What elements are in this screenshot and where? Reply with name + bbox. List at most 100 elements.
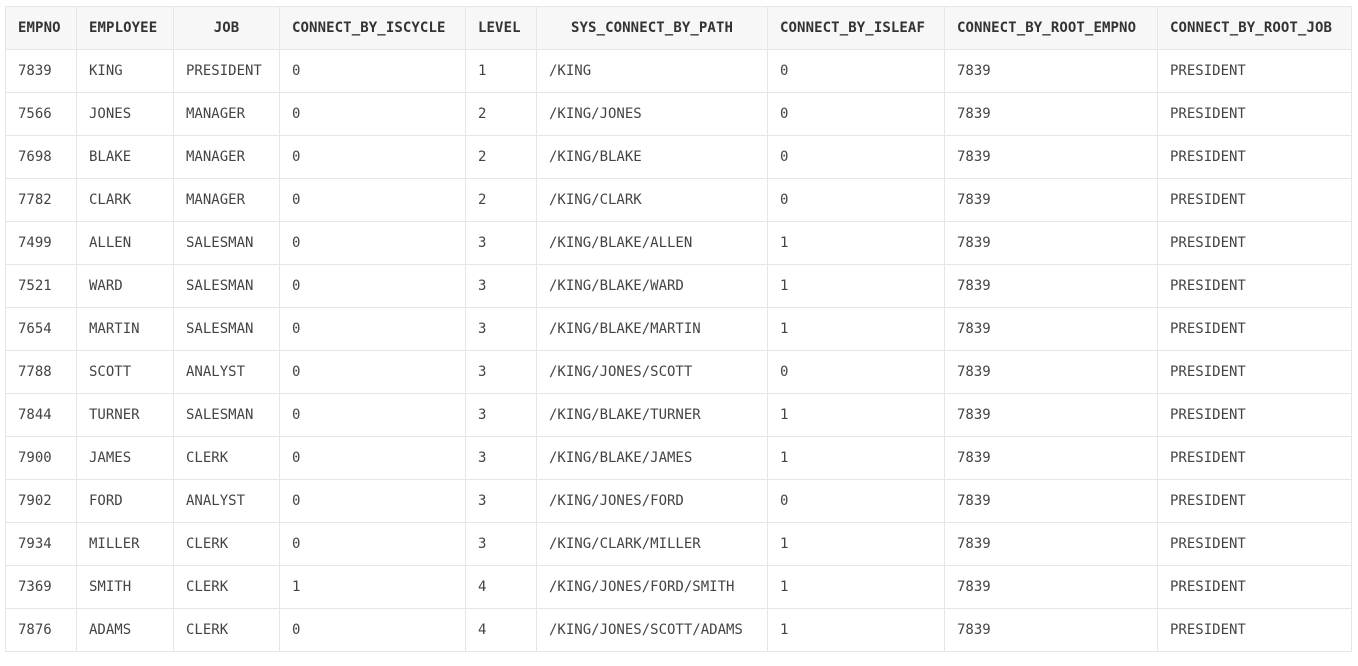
table-row[interactable]: 7788 SCOTT ANALYST 0 3/KING/JONES/SCOTT 0 7839… — [5, 350, 1352, 394]
cell-connect-by-iscycle: 0 — [279, 264, 466, 308]
cell-employee: KING — [76, 49, 174, 93]
results-table: EMPNO EMPLOYEE JOB CONNECT_BY_ISCYCLE LEVEL S… — [5, 6, 1352, 652]
cell-connect-by-root-job: PRESIDENT — [1157, 92, 1352, 136]
cell-level: 1 — [465, 49, 537, 93]
table-row[interactable]: 7844 TURNER SALESMAN 0 3/KING/BLAKE/TURNER 1 7… — [5, 393, 1352, 437]
table-row[interactable]: 7900 JAMES CLERK 0 3/KING/BLAKE/JAMES 1 7839 PR… — [5, 436, 1352, 480]
cell-connect-by-root-empno: 7839 — [944, 264, 1158, 308]
cell-job: ANALYST — [173, 479, 280, 523]
cell-connect-by-isleaf: 1 — [767, 522, 945, 566]
table-row[interactable]: 7566 JONES MANAGER 0 2/KING/JONES 0 7839 PRESID… — [5, 92, 1352, 136]
cell-sys-connect-by-path: /KING/JONES/SCOTT — [536, 350, 768, 394]
cell-connect-by-root-empno: 7839 — [944, 393, 1158, 437]
cell-sys-connect-by-path: /KING/BLAKE — [536, 135, 768, 179]
cell-employee: ADAMS — [76, 608, 174, 652]
cell-sys-connect-by-path: /KING/JONES/FORD/SMITH — [536, 565, 768, 609]
cell-sys-connect-by-path: /KING — [536, 49, 768, 93]
cell-sys-connect-by-path: /KING/CLARK/MILLER — [536, 522, 768, 566]
cell-connect-by-root-empno: 7839 — [944, 608, 1158, 652]
cell-connect-by-iscycle: 0 — [279, 393, 466, 437]
cell-connect-by-isleaf: 1 — [767, 221, 945, 265]
cell-employee: JONES — [76, 92, 174, 136]
cell-job: MANAGER — [173, 92, 280, 136]
cell-level: 2 — [465, 135, 537, 179]
cell-level: 3 — [465, 221, 537, 265]
cell-connect-by-root-empno: 7839 — [944, 49, 1158, 93]
cell-sys-connect-by-path: /KING/BLAKE/MARTIN — [536, 307, 768, 351]
cell-connect-by-root-empno: 7839 — [944, 178, 1158, 222]
column-header-connect-by-iscycle[interactable]: CONNECT_BY_ISCYCLE — [279, 6, 466, 50]
table-row[interactable]: 7521 WARD SALESMAN 0 3/KING/BLAKE/WARD 1 7839 P… — [5, 264, 1352, 308]
cell-connect-by-iscycle: 0 — [279, 135, 466, 179]
cell-connect-by-root-job: PRESIDENT — [1157, 522, 1352, 566]
cell-empno: 7654 — [5, 307, 77, 351]
cell-connect-by-root-empno: 7839 — [944, 135, 1158, 179]
cell-connect-by-iscycle: 0 — [279, 178, 466, 222]
cell-level: 4 — [465, 608, 537, 652]
table-header: EMPNO EMPLOYEE JOB CONNECT_BY_ISCYCLE LEVEL S… — [5, 6, 1352, 50]
cell-connect-by-root-job: PRESIDENT — [1157, 178, 1352, 222]
column-header-connect-by-isleaf[interactable]: CONNECT_BY_ISLEAF — [767, 6, 945, 50]
cell-connect-by-root-job: PRESIDENT — [1157, 135, 1352, 179]
table-row[interactable]: 7782 CLARK MANAGER 0 2/KING/CLARK 0 7839 PRESID… — [5, 178, 1352, 222]
cell-job: SALESMAN — [173, 264, 280, 308]
column-header-empno[interactable]: EMPNO — [5, 6, 77, 50]
cell-empno: 7876 — [5, 608, 77, 652]
cell-level: 3 — [465, 522, 537, 566]
table-row[interactable]: 7839 KING PRESIDENT 0 1/KING 0 7839 PRESIDENT — [5, 49, 1352, 93]
cell-sys-connect-by-path: /KING/BLAKE/ALLEN — [536, 221, 768, 265]
cell-connect-by-root-job: PRESIDENT — [1157, 565, 1352, 609]
table-row[interactable]: 7902 FORD ANALYST 0 3/KING/JONES/FORD 0 7839 PR… — [5, 479, 1352, 523]
column-header-connect-by-root-job[interactable]: CONNECT_BY_ROOT_JOB — [1157, 6, 1352, 50]
cell-connect-by-iscycle: 1 — [279, 565, 466, 609]
cell-level: 2 — [465, 92, 537, 136]
cell-empno: 7934 — [5, 522, 77, 566]
cell-connect-by-root-job: PRESIDENT — [1157, 479, 1352, 523]
cell-connect-by-isleaf: 0 — [767, 178, 945, 222]
table-row[interactable]: 7369 SMITH CLERK 1 4/KING/JONES/FORD/SMITH 1 7… — [5, 565, 1352, 609]
table-row[interactable]: 7698 BLAKE MANAGER 0 2/KING/BLAKE 0 7839 PRESID… — [5, 135, 1352, 179]
cell-empno: 7782 — [5, 178, 77, 222]
cell-connect-by-root-job: PRESIDENT — [1157, 393, 1352, 437]
cell-empno: 7788 — [5, 350, 77, 394]
cell-empno: 7566 — [5, 92, 77, 136]
column-header-employee[interactable]: EMPLOYEE — [76, 6, 174, 50]
column-header-job[interactable]: JOB — [173, 6, 280, 50]
cell-level: 3 — [465, 393, 537, 437]
table-body: 7839 KING PRESIDENT 0 1/KING 0 7839 PRESIDENT 75… — [5, 49, 1352, 652]
cell-sys-connect-by-path: /KING/JONES/SCOTT/ADAMS — [536, 608, 768, 652]
cell-connect-by-isleaf: 1 — [767, 264, 945, 308]
cell-job: CLERK — [173, 522, 280, 566]
cell-job: ANALYST — [173, 350, 280, 394]
cell-connect-by-iscycle: 0 — [279, 479, 466, 523]
cell-job: SALESMAN — [173, 221, 280, 265]
header-row: EMPNO EMPLOYEE JOB CONNECT_BY_ISCYCLE LEVEL S… — [5, 6, 1352, 50]
cell-employee: SMITH — [76, 565, 174, 609]
cell-sys-connect-by-path: /KING/BLAKE/JAMES — [536, 436, 768, 480]
cell-employee: SCOTT — [76, 350, 174, 394]
cell-connect-by-root-job: PRESIDENT — [1157, 221, 1352, 265]
cell-connect-by-root-empno: 7839 — [944, 479, 1158, 523]
table-row[interactable]: 7876 ADAMS CLERK 0 4/KING/JONES/SCOTT/ADAMS 1… — [5, 608, 1352, 652]
cell-connect-by-iscycle: 0 — [279, 221, 466, 265]
cell-employee: WARD — [76, 264, 174, 308]
cell-empno: 7844 — [5, 393, 77, 437]
column-header-sys-connect-by-path[interactable]: SYS_CONNECT_BY_PATH — [536, 6, 768, 50]
cell-empno: 7369 — [5, 565, 77, 609]
table-row[interactable]: 7934 MILLER CLERK 0 3/KING/CLARK/MILLER 1 7839… — [5, 522, 1352, 566]
table-row[interactable]: 7654 MARTIN SALESMAN 0 3/KING/BLAKE/MARTIN 1 7… — [5, 307, 1352, 351]
cell-job: MANAGER — [173, 135, 280, 179]
table-row[interactable]: 7499 ALLEN SALESMAN 0 3/KING/BLAKE/ALLEN 1 783… — [5, 221, 1352, 265]
cell-connect-by-isleaf: 1 — [767, 393, 945, 437]
column-header-level[interactable]: LEVEL — [465, 6, 537, 50]
column-header-connect-by-root-empno[interactable]: CONNECT_BY_ROOT_EMPNO — [944, 6, 1158, 50]
cell-job: CLERK — [173, 565, 280, 609]
cell-level: 3 — [465, 264, 537, 308]
cell-employee: CLARK — [76, 178, 174, 222]
cell-empno: 7499 — [5, 221, 77, 265]
cell-employee: BLAKE — [76, 135, 174, 179]
cell-connect-by-root-job: PRESIDENT — [1157, 608, 1352, 652]
cell-connect-by-root-empno: 7839 — [944, 307, 1158, 351]
cell-sys-connect-by-path: /KING/BLAKE/TURNER — [536, 393, 768, 437]
cell-employee: MILLER — [76, 522, 174, 566]
